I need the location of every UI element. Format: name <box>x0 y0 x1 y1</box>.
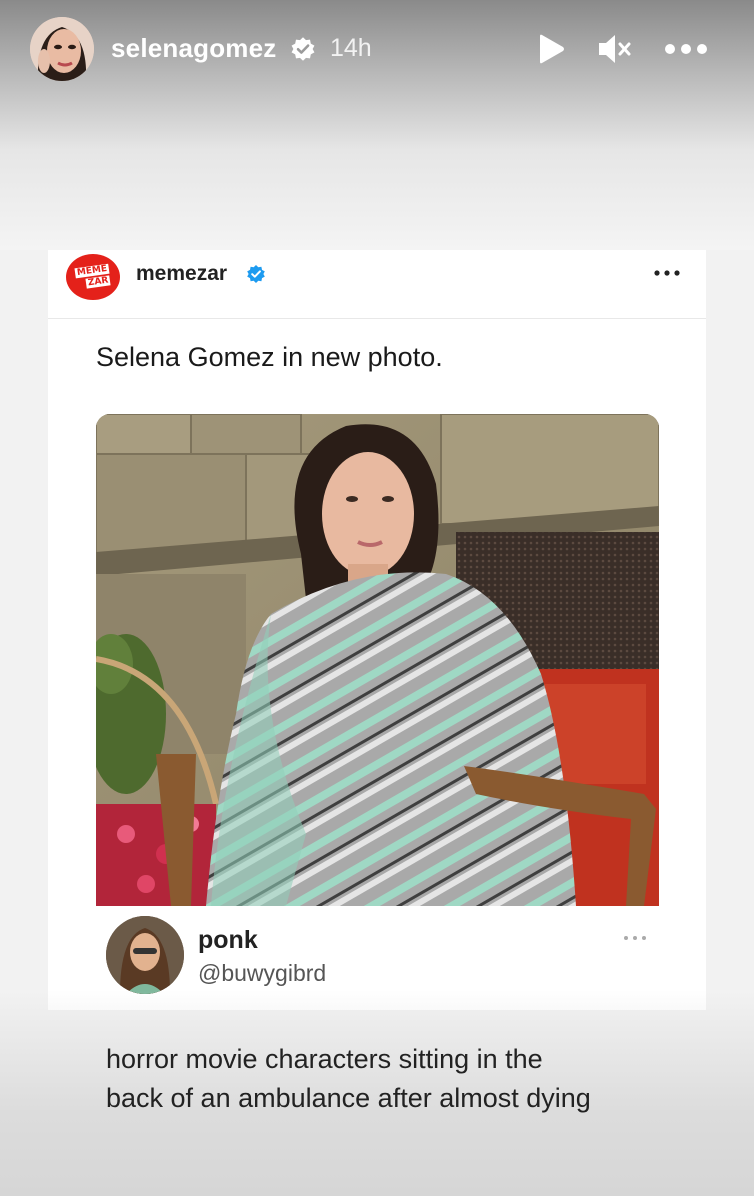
play-icon[interactable] <box>534 33 566 65</box>
verified-badge-icon <box>291 37 315 61</box>
tweet-author: memezar <box>136 262 228 285</box>
story-username[interactable]: selenagomez <box>111 33 277 64</box>
profile-avatar[interactable] <box>30 17 94 81</box>
ponk-avatar <box>106 916 184 994</box>
tweet-header: MEME ZAR memezar <box>48 250 706 319</box>
reply-author-handle: @buwygibrd <box>198 960 327 986</box>
more-options-icon <box>654 270 680 276</box>
memezar-logo: MEME ZAR <box>66 254 120 300</box>
story-timestamp: 14h <box>330 34 372 62</box>
reply-text: horror movie characters sitting in the b… <box>106 1040 726 1118</box>
tweet-card: MEME ZAR memezar Selena Gomez in new pho… <box>48 250 706 1010</box>
logo-text-bottom: ZAR <box>85 275 111 289</box>
photo-illustration <box>96 414 659 906</box>
tweet-caption: Selena Gomez in new photo. <box>96 342 443 372</box>
story-viewer: MEME ZAR memezar Selena Gomez in new pho… <box>0 0 754 1196</box>
story-header: selenagomez 14h <box>0 0 754 100</box>
reply-text-line-1: horror movie characters sitting in the <box>106 1044 543 1074</box>
reply-author-name: ponk <box>198 926 258 954</box>
tweet-photo <box>96 414 659 906</box>
more-options-icon[interactable] <box>662 36 710 62</box>
reply-text-line-2: back of an ambulance after almost dying <box>106 1083 591 1113</box>
verified-badge-icon <box>247 265 265 283</box>
reply-more-icon <box>624 936 646 940</box>
speaker-muted-icon[interactable] <box>596 31 632 67</box>
